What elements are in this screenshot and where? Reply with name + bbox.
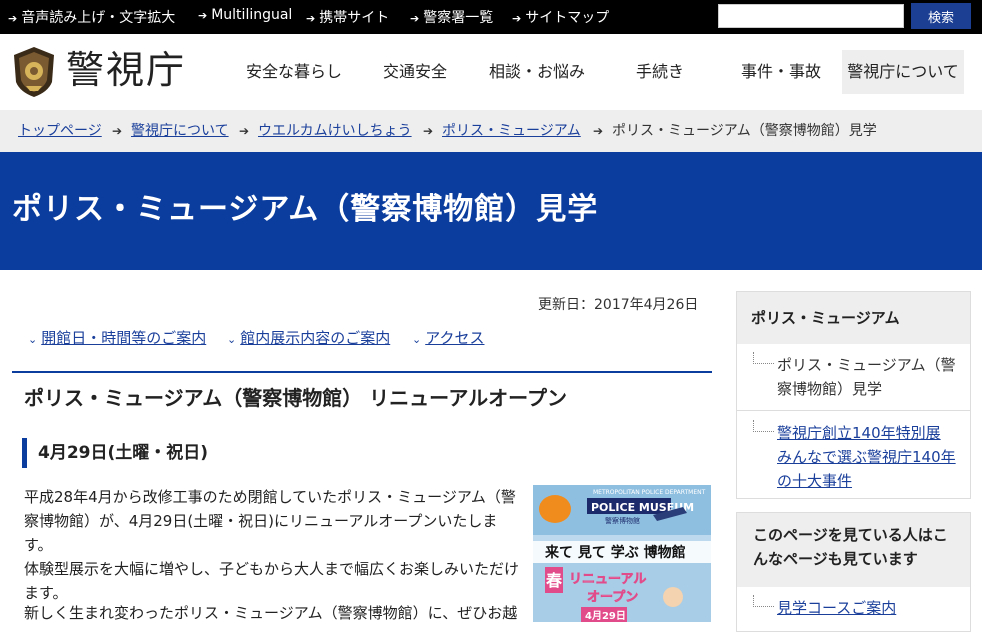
util-link-multilingual[interactable]: ➔ Multilingual	[198, 7, 292, 23]
section-rule	[12, 371, 712, 373]
updated-date: 更新日：2017年4月26日	[538, 297, 699, 313]
gnav-incidents[interactable]: 事件・事故	[726, 50, 836, 94]
sidebar-item-current: ポリス・ミュージアム（警察博物館）見学	[777, 356, 956, 398]
breadcrumb-arrow-icon: ➔	[239, 124, 250, 138]
arrow-right-icon: ➔	[8, 12, 18, 25]
breadcrumb-top[interactable]: トップページ	[18, 121, 102, 141]
gnav-traffic[interactable]: 交通安全	[370, 50, 460, 94]
util-link-sitemap[interactable]: ➔ サイトマップ	[512, 7, 609, 27]
intro-text-2: 体験型展示を大幅に増やし、子どもから大人まで幅広くお楽しみいただけます。	[24, 560, 520, 602]
anchor-link-access[interactable]: ⌄ アクセス	[412, 328, 484, 350]
chevron-down-icon: ⌄	[28, 333, 38, 346]
chevron-down-icon: ⌄	[412, 333, 422, 346]
poster-spring: 春	[545, 571, 563, 590]
police-emblem-icon	[14, 47, 54, 97]
breadcrumb-about[interactable]: 警視庁について	[131, 121, 229, 141]
body-paragraph: 新しく生まれ変わったポリス・ミュージアム（警察博物館）に、ぜひお越	[24, 604, 518, 622]
title-band: ポリス・ミュージアム（警察博物館）見学	[0, 152, 982, 270]
arrow-right-icon: ➔	[306, 12, 316, 25]
site-logo[interactable]: 警視庁	[66, 48, 186, 92]
anchor-link-hours[interactable]: ⌄ 開館日・時間等のご案内	[28, 328, 206, 350]
section-subheading: 4月29日(土曜・祝日)	[38, 443, 209, 463]
breadcrumb-current: ポリス・ミュージアム（警察博物館）見学	[612, 123, 877, 139]
arrow-right-icon: ➔	[410, 12, 420, 25]
search-button[interactable]: 検索	[911, 3, 971, 29]
sidebar-item-tour-course[interactable]: 見学コースご案内	[777, 596, 959, 620]
character-icon	[663, 587, 683, 607]
sidebar-related-box: このページを見ている人はこんなページも見ています 見学コースご案内	[736, 512, 971, 632]
utility-bar: ➔ 音声読み上げ・文字拡大 ➔ Multilingual ➔ 携帯サイト ➔ 警察署一覧…	[0, 0, 982, 34]
sidebar-divider	[737, 410, 970, 411]
gnav-consultation[interactable]: 相談・お悩み	[476, 50, 598, 94]
intro-text-1: 平成28年4月から改修工事のため閉館していたポリス・ミュージアム（警察博物館）が…	[24, 488, 516, 554]
sidebar-box-title: ポリス・ミュージアム	[737, 292, 970, 344]
util-link-stations[interactable]: ➔ 警察署一覧	[410, 7, 493, 27]
chevron-down-icon: ⌄	[227, 333, 237, 346]
tree-connector-icon	[753, 352, 774, 364]
breadcrumb-museum[interactable]: ポリス・ミュージアム	[442, 121, 581, 141]
renewal-poster-image: METROPOLITAN POLICE DEPARTMENT POLICE MU…	[533, 485, 711, 622]
poster-tagline: 来て 見て 学ぶ 博物館	[544, 544, 686, 561]
poster-renewal: リニューアル	[569, 572, 646, 587]
mascot-icon	[539, 495, 571, 523]
section-heading: ポリス・ミュージアム（警察博物館） リニューアルオープン	[24, 386, 567, 410]
sidebar-museum-box: ポリス・ミュージアム ポリス・ミュージアム（警察博物館）見学 警視庁創立140年…	[736, 291, 971, 499]
anchor-link-exhibits[interactable]: ⌄ 館内展示内容のご案内	[227, 328, 390, 350]
sidebar-box-title: このページを見ている人はこんなページも見ています	[737, 513, 970, 587]
breadcrumb-arrow-icon: ➔	[423, 124, 434, 138]
site-header: 警視庁 安全な暮らし 交通安全 相談・お悩み 手続き 事件・事故 警視庁について	[0, 34, 982, 110]
tree-connector-icon	[753, 595, 774, 607]
intro-paragraph: 平成28年4月から改修工事のため閉館していたポリス・ミュージアム（警察博物館）が…	[24, 485, 524, 605]
search-input[interactable]	[718, 4, 904, 28]
gnav-about[interactable]: 警視庁について	[842, 50, 964, 94]
tree-connector-icon	[753, 420, 774, 432]
gnav-safety[interactable]: 安全な暮らし	[234, 50, 354, 94]
poster-date: 4月29日	[585, 610, 626, 622]
poster-logo-sub: 警察博物館	[605, 516, 640, 525]
breadcrumb: トップページ ➔ 警視庁について ➔ ウエルカムけいしちょう ➔ ポリス・ミュー…	[0, 110, 982, 152]
breadcrumb-arrow-icon: ➔	[593, 124, 604, 138]
poster-top-text: METROPOLITAN POLICE DEPARTMENT	[593, 489, 706, 496]
breadcrumb-welcome[interactable]: ウエルカムけいしちょう	[258, 121, 412, 141]
poster-open: オープン	[587, 590, 638, 605]
sidebar-item-special-exhibit[interactable]: 警視庁創立140年特別展 みんなで選ぶ警視庁140年の十大事件	[777, 421, 959, 493]
util-link-mobile[interactable]: ➔ 携帯サイト	[306, 7, 389, 27]
util-link-accessibility[interactable]: ➔ 音声読み上げ・文字拡大	[8, 7, 175, 27]
page-title: ポリス・ミュージアム（警察博物館）見学	[12, 192, 599, 227]
gnav-procedures[interactable]: 手続き	[620, 50, 700, 94]
breadcrumb-arrow-icon: ➔	[112, 124, 123, 138]
arrow-right-icon: ➔	[512, 12, 522, 25]
subheading-bar	[22, 438, 27, 468]
arrow-right-icon: ➔	[198, 9, 208, 22]
